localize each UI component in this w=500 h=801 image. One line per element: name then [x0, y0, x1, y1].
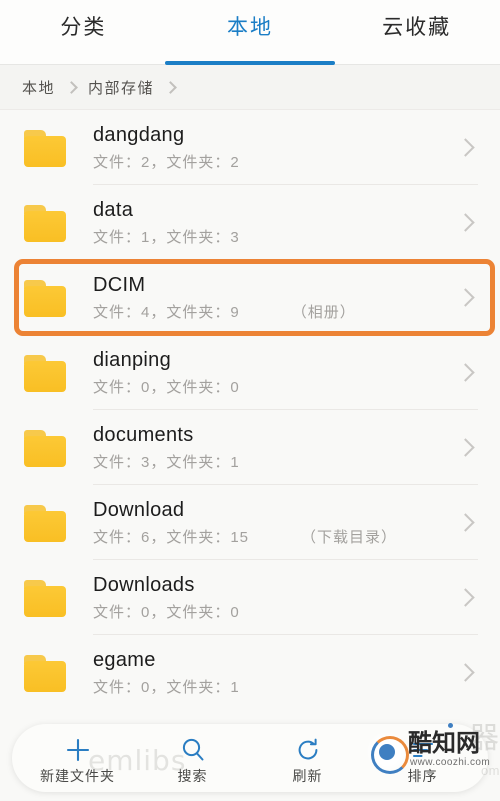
- sort-icon: [406, 735, 440, 765]
- refresh-label: 刷新: [292, 768, 323, 784]
- chevron-right-icon: [456, 213, 475, 232]
- tab-local-label: 本地: [227, 16, 273, 39]
- list-item-name: documents: [93, 424, 194, 446]
- list-item[interactable]: data 文件：1，文件夹：3: [0, 185, 500, 260]
- list-item-text: data 文件：1，文件夹：3: [93, 197, 459, 248]
- plus-icon: [61, 735, 95, 765]
- tab-categories-label: 分类: [60, 16, 107, 39]
- list-item-text: dangdang 文件：2，文件夹：2: [93, 122, 459, 173]
- breadcrumb: 本地 内部存储: [0, 65, 500, 110]
- list-item-text: documents 文件：3，文件夹：1: [93, 422, 459, 473]
- list-item-meta-line: 文件：0，文件夹：0: [93, 603, 459, 623]
- list-item-name: dangdang: [93, 124, 185, 146]
- chevron-right-icon: [456, 513, 475, 532]
- list-item-counts: 文件：0，文件夹：1: [93, 679, 240, 696]
- list-item-counts: 文件：0，文件夹：0: [93, 379, 240, 396]
- list-item-text: Download 文件：6，文件夹：15 （下载目录）: [93, 497, 459, 548]
- folder-icon: [22, 503, 68, 543]
- chevron-right-icon: [65, 80, 78, 94]
- list-item-name: egame: [93, 649, 156, 671]
- new-folder-button[interactable]: 新建文件夹: [20, 724, 135, 792]
- chevron-right-icon: [456, 438, 475, 457]
- chevron-right-icon: [456, 663, 475, 682]
- list-item-name: Downloads: [93, 574, 195, 596]
- sort-button[interactable]: 排序: [365, 724, 480, 792]
- list-item-counts: 文件：0，文件夹：0: [93, 604, 240, 621]
- list-item-meta-line: 文件：6，文件夹：15 （下载目录）: [93, 528, 459, 548]
- list-item-name: data: [93, 199, 134, 221]
- bottom-toolbar: 新建文件夹 搜索 刷新 排序: [12, 724, 488, 792]
- list-item-meta-line: 文件：1，文件夹：3: [93, 228, 459, 248]
- list-item-text: Downloads 文件：0，文件夹：0: [93, 572, 459, 623]
- list-item-counts: 文件：4，文件夹：9: [93, 304, 240, 321]
- chevron-right-icon: [456, 138, 475, 157]
- folder-icon: [22, 653, 68, 693]
- list-item-text: dianping 文件：0，文件夹：0: [93, 347, 459, 398]
- folder-icon: [22, 203, 68, 243]
- list-item-note: （下载目录）: [301, 529, 398, 546]
- list-item-name: DCIM: [93, 274, 146, 296]
- chevron-right-icon: [456, 363, 475, 382]
- list-item-text: egame 文件：0，文件夹：1: [93, 647, 459, 698]
- list-item[interactable]: Download 文件：6，文件夹：15 （下载目录）: [0, 485, 500, 560]
- tab-cloud-favorites-label: 云收藏: [382, 16, 452, 39]
- sort-label: 排序: [407, 768, 438, 784]
- tab-local-underline: [165, 61, 335, 65]
- list-item-text: DCIM 文件：4，文件夹：9 （相册）: [93, 272, 459, 323]
- folder-icon: [22, 278, 68, 318]
- list-item-meta-line: 文件：2，文件夹：2: [93, 153, 459, 173]
- list-item[interactable]: documents 文件：3，文件夹：1: [0, 410, 500, 485]
- chevron-right-icon: [456, 588, 475, 607]
- top-tab-bar: 分类 本地 云收藏: [0, 0, 500, 65]
- list-item-note: （相册）: [291, 304, 356, 321]
- breadcrumb-item-internal-storage[interactable]: 内部存储: [88, 77, 154, 98]
- tab-local[interactable]: 本地: [165, 14, 335, 65]
- search-icon: [176, 735, 210, 765]
- tab-cloud-favorites[interactable]: 云收藏: [333, 14, 500, 65]
- list-item-counts: 文件：3，文件夹：1: [93, 454, 240, 471]
- search-button[interactable]: 搜索: [135, 724, 250, 792]
- list-item[interactable]: Downloads 文件：0，文件夹：0: [0, 560, 500, 635]
- folder-icon: [22, 353, 68, 393]
- chevron-right-icon: [164, 80, 177, 94]
- breadcrumb-item-local[interactable]: 本地: [22, 77, 55, 98]
- chevron-right-icon: [456, 288, 475, 307]
- folder-icon: [22, 128, 68, 168]
- list-item-dcim[interactable]: DCIM 文件：4，文件夹：9 （相册）: [0, 260, 500, 335]
- refresh-button[interactable]: 刷新: [250, 724, 365, 792]
- folder-icon: [22, 578, 68, 618]
- file-list[interactable]: dangdang 文件：2，文件夹：2 data 文件：1，文件夹：3 DCIM: [0, 110, 500, 800]
- list-item[interactable]: dangdang 文件：2，文件夹：2: [0, 110, 500, 185]
- folder-icon: [22, 428, 68, 468]
- list-item-meta-line: 文件：3，文件夹：1: [93, 453, 459, 473]
- list-item-name: Download: [93, 499, 185, 521]
- list-item-name: dianping: [93, 349, 172, 371]
- tab-categories[interactable]: 分类: [0, 14, 167, 65]
- list-item-meta-line: 文件：4，文件夹：9 （相册）: [93, 303, 459, 323]
- list-item[interactable]: egame 文件：0，文件夹：1: [0, 635, 500, 710]
- list-item-separator: [93, 709, 478, 710]
- list-item-meta-line: 文件：0，文件夹：0: [93, 378, 459, 398]
- list-item-counts: 文件：1，文件夹：3: [93, 229, 240, 246]
- list-item-meta-line: 文件：0，文件夹：1: [93, 678, 459, 698]
- search-label: 搜索: [177, 768, 208, 784]
- bottom-toolbar-container: 新建文件夹 搜索 刷新 排序: [0, 715, 500, 801]
- new-folder-label: 新建文件夹: [40, 768, 115, 784]
- list-item[interactable]: dianping 文件：0，文件夹：0: [0, 335, 500, 410]
- list-item-counts: 文件：2，文件夹：2: [93, 154, 240, 171]
- refresh-icon: [291, 735, 325, 765]
- list-item-counts: 文件：6，文件夹：15: [93, 529, 250, 546]
